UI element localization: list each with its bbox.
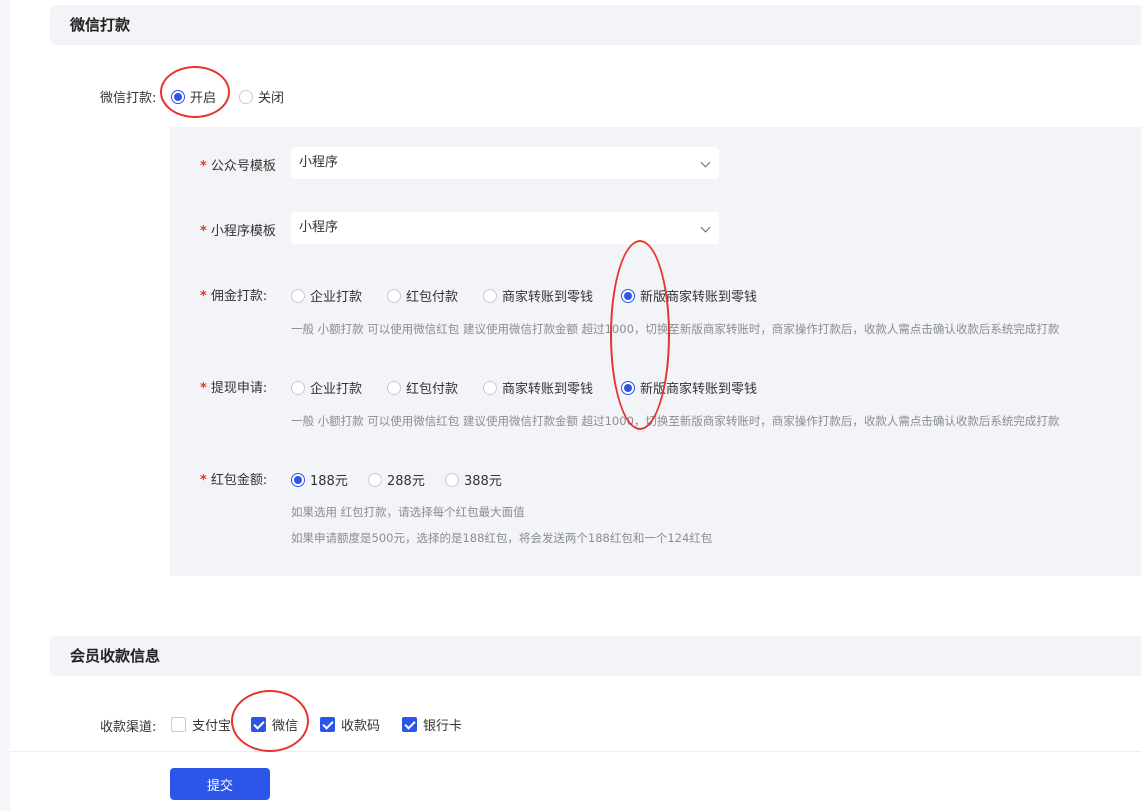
radio-icon: [387, 380, 401, 395]
option-label: 288元: [387, 474, 425, 489]
radio-icon: [291, 288, 305, 303]
commission-option-redpacket[interactable]: 红包付款: [387, 286, 458, 305]
option-label: 红包付款: [406, 290, 459, 305]
radio-icon: [483, 288, 497, 303]
radio-icon: [445, 472, 459, 487]
channel-qrcode-checkbox[interactable]: 收款码: [320, 715, 380, 734]
redpacket-hint-2: 如果申请额度是500元，选择的是188红包，将会发送两个188红包和一个124红…: [291, 531, 713, 545]
official-template-value: 小程序: [299, 155, 339, 170]
commission-option-enterprise[interactable]: 企业打款: [291, 286, 362, 305]
radio-icon: [387, 288, 401, 303]
official-template-select[interactable]: 小程序: [291, 147, 719, 179]
option-label: 银行卡: [423, 719, 463, 734]
mini-template-select[interactable]: 小程序: [291, 212, 719, 244]
radio-icon: [621, 380, 635, 395]
option-label: 188元: [310, 474, 348, 489]
wechat-pay-disable-radio[interactable]: 关闭: [239, 87, 284, 106]
mini-template-value: 小程序: [299, 220, 339, 235]
withdraw-label: * 提现申请:: [200, 381, 268, 396]
radio-icon: [239, 89, 253, 104]
withdraw-option-transfer[interactable]: 商家转账到零钱: [483, 378, 593, 397]
withdraw-option-new-transfer[interactable]: 新版商家转账到零钱: [621, 378, 757, 397]
chevron-down-icon: [700, 222, 711, 233]
redpacket-hint-1: 如果选用 红包打款，请选择每个红包最大面值: [291, 505, 525, 519]
radio-icon: [291, 380, 305, 395]
withdraw-hint: 一般 小额打款 可以使用微信红包 建议使用微信打款金额 超过1000，切换至新版…: [291, 414, 1060, 428]
channel-bankcard-checkbox[interactable]: 银行卡: [402, 715, 462, 734]
member-section-title: 会员收款信息: [50, 636, 1141, 676]
channel-wechat-checkbox[interactable]: 微信: [251, 715, 298, 734]
option-label: 微信: [272, 719, 299, 734]
payment-channel-label: 收款渠道:: [100, 720, 157, 735]
option-label: 企业打款: [310, 382, 363, 397]
option-label: 新版商家转账到零钱: [640, 290, 758, 305]
checkbox-checked-icon: [402, 717, 417, 732]
redpacket-amount-label: * 红包金额:: [200, 473, 268, 488]
checkbox-checked-icon: [251, 717, 266, 732]
option-label: 企业打款: [310, 290, 363, 305]
redpacket-option-188[interactable]: 188元: [291, 470, 348, 489]
redpacket-option-388[interactable]: 388元: [445, 470, 502, 489]
radio-icon: [368, 472, 382, 487]
radio-icon: [483, 380, 497, 395]
option-label: 红包付款: [406, 382, 459, 397]
wechat-pay-toggle-label: 微信打款:: [100, 91, 157, 106]
chevron-down-icon: [700, 157, 711, 168]
checkbox-checked-icon: [320, 717, 335, 732]
commission-hint: 一般 小额打款 可以使用微信红包 建议使用微信打款金额 超过1000，切换至新版…: [291, 322, 1060, 336]
redpacket-option-288[interactable]: 288元: [368, 470, 425, 489]
channel-alipay-checkbox[interactable]: 支付宝: [171, 715, 231, 734]
footer-divider: [10, 751, 1141, 752]
wechat-pay-disable-label: 关闭: [258, 91, 285, 106]
radio-icon: [621, 288, 635, 303]
commission-option-new-transfer[interactable]: 新版商家转账到零钱: [621, 286, 757, 305]
radio-icon: [291, 472, 305, 487]
submit-button[interactable]: 提交: [170, 768, 270, 800]
option-label: 新版商家转账到零钱: [640, 382, 758, 397]
withdraw-option-redpacket[interactable]: 红包付款: [387, 378, 458, 397]
option-label: 商家转账到零钱: [502, 382, 594, 397]
wechat-pay-enable-radio[interactable]: 开启: [171, 87, 216, 106]
withdraw-option-enterprise[interactable]: 企业打款: [291, 378, 362, 397]
option-label: 支付宝: [192, 719, 232, 734]
commission-option-transfer[interactable]: 商家转账到零钱: [483, 286, 593, 305]
official-template-label: * 公众号模板: [200, 159, 276, 174]
checkbox-icon: [171, 717, 186, 732]
option-label: 收款码: [341, 719, 381, 734]
wechat-section-title: 微信打款: [50, 5, 1141, 45]
mini-template-label: * 小程序模板: [200, 224, 276, 239]
radio-icon: [171, 89, 185, 104]
option-label: 商家转账到零钱: [502, 290, 594, 305]
option-label: 388元: [464, 474, 502, 489]
commission-label: * 佣金打款:: [200, 289, 268, 304]
wechat-pay-enable-label: 开启: [190, 91, 217, 106]
